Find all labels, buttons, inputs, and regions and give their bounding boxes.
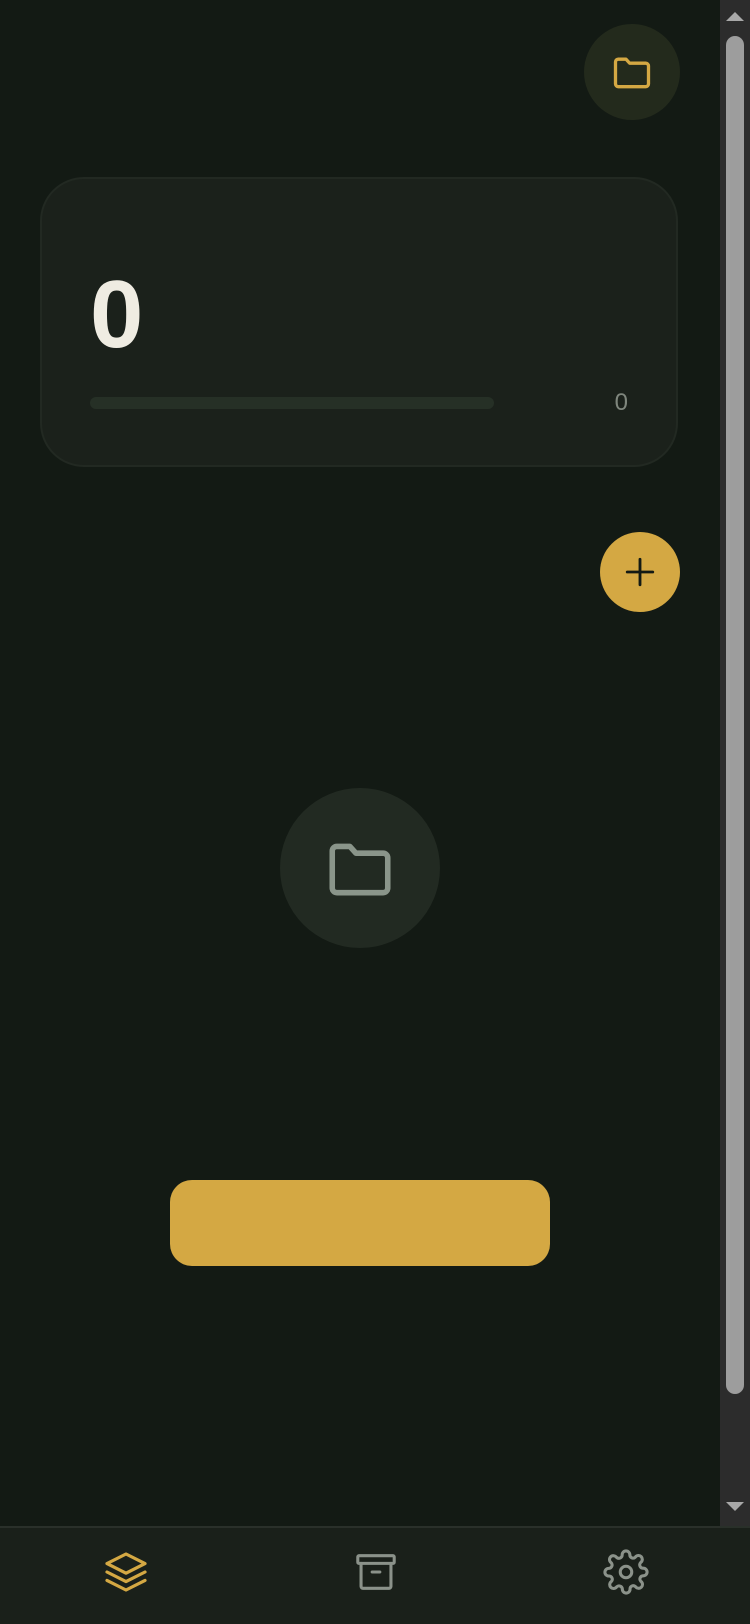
add-button[interactable] [600,532,680,612]
nav-item-stacks[interactable] [86,1542,166,1602]
layers-icon [105,1552,147,1592]
empty-state-illustration [280,788,440,948]
progress-value: 0 [614,389,628,416]
vertical-scrollbar[interactable] [720,0,750,1526]
app-root: 0 0 [0,0,750,1624]
scroll-thumb[interactable] [726,36,744,1394]
nav-item-settings[interactable] [586,1542,666,1602]
scroll-down-arrow-icon[interactable] [726,1502,744,1511]
folder-icon [329,843,391,896]
stats-card: 0 0 [40,177,678,467]
folder-icon [613,57,651,89]
scroll-up-arrow-icon[interactable] [726,12,744,21]
archive-icon [356,1554,396,1590]
gear-icon [603,1549,649,1595]
primary-action-button[interactable] [170,1180,550,1266]
nav-item-archive[interactable] [336,1542,416,1602]
bottom-nav [0,1526,750,1624]
progress-bar [90,397,494,409]
plus-icon [625,557,655,587]
stats-count: 0 [90,261,144,368]
main-content: 0 0 [0,0,720,1526]
folders-button[interactable] [584,24,680,120]
